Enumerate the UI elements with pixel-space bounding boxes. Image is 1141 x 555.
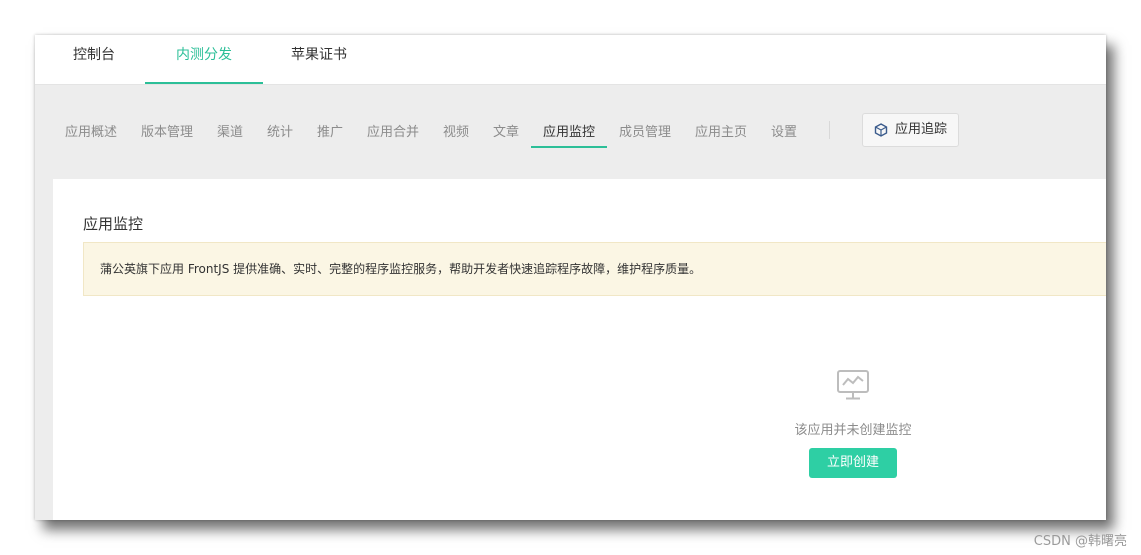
active-subnav-underline xyxy=(531,146,607,148)
subnav-item-versions[interactable]: 版本管理 xyxy=(141,121,193,140)
tab-console[interactable]: 控制台 xyxy=(73,35,115,84)
create-now-button[interactable]: 立即创建 xyxy=(809,448,897,478)
app-trace-button[interactable]: 应用追踪 xyxy=(862,113,959,147)
subnav-item-app-merge[interactable]: 应用合并 xyxy=(367,121,419,140)
subnav-item-members[interactable]: 成员管理 xyxy=(619,121,671,140)
info-notice: 蒲公英旗下应用 FrontJS 提供准确、实时、完整的程序监控服务，帮助开发者快… xyxy=(83,242,1106,296)
subnav-item-articles[interactable]: 文章 xyxy=(493,121,519,140)
subnav-item-settings[interactable]: 设置 xyxy=(771,121,797,140)
app-trace-label: 应用追踪 xyxy=(895,122,948,137)
monitor-chart-icon xyxy=(837,370,869,400)
subnav-item-channels[interactable]: 渠道 xyxy=(217,121,243,140)
subnav-item-promotion[interactable]: 推广 xyxy=(317,121,343,140)
app-window: 控制台 内测分发 苹果证书 应用概述 版本管理 渠道 统计 推广 应用合并 视频… xyxy=(35,35,1106,520)
subnav-item-statistics[interactable]: 统计 xyxy=(267,121,293,140)
page-title: 应用监控 xyxy=(83,215,144,233)
empty-state-text: 该应用并未创建监控 xyxy=(794,423,912,438)
watermark: CSDN @韩曙亮 xyxy=(1033,534,1127,549)
content-card: 应用监控 蒲公英旗下应用 FrontJS 提供准确、实时、完整的程序监控服务，帮… xyxy=(53,179,1106,520)
subnav-item-overview[interactable]: 应用概述 xyxy=(65,121,117,140)
app-sub-nav: 应用概述 版本管理 渠道 统计 推广 应用合并 视频 文章 应用监控 成员管理 … xyxy=(35,85,1106,179)
subnav-item-app-homepage[interactable]: 应用主页 xyxy=(695,121,747,140)
subnav-item-app-monitoring[interactable]: 应用监控 xyxy=(543,121,595,140)
top-nav: 控制台 内测分发 苹果证书 xyxy=(35,35,1106,85)
tab-beta-distribution[interactable]: 内测分发 xyxy=(145,35,263,84)
subnav-item-videos[interactable]: 视频 xyxy=(443,121,469,140)
subnav-divider xyxy=(829,121,830,139)
tab-apple-certificate[interactable]: 苹果证书 xyxy=(291,35,347,84)
hexagon-cube-icon xyxy=(874,123,888,137)
